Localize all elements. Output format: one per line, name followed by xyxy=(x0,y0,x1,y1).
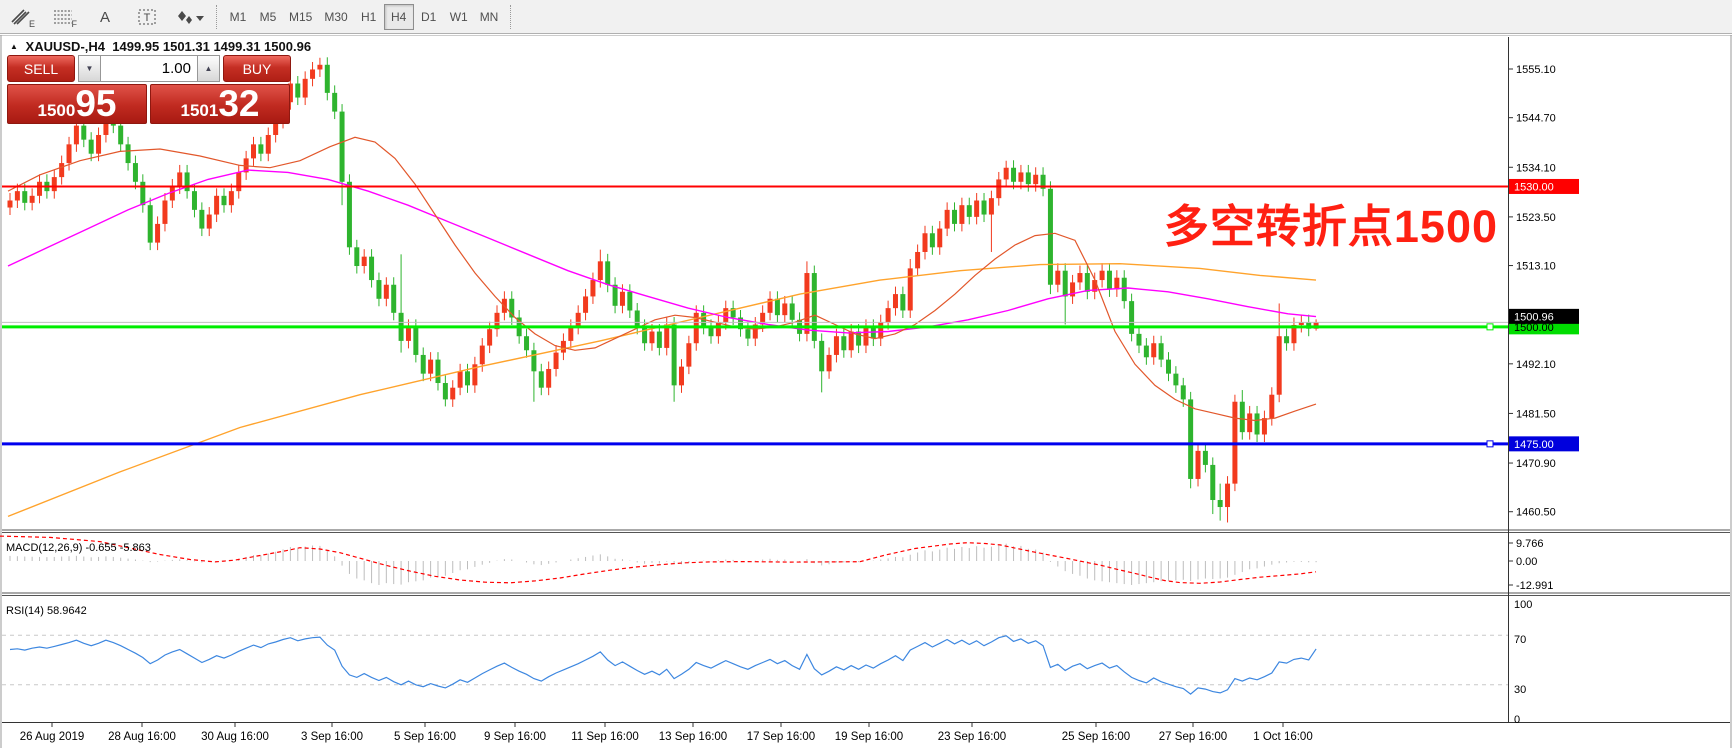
svg-text:1460.50: 1460.50 xyxy=(1516,507,1556,519)
svg-text:T: T xyxy=(144,12,151,24)
buy-price-big: 32 xyxy=(218,83,260,124)
svg-text:27 Sep 16:00: 27 Sep 16:00 xyxy=(1159,731,1227,743)
svg-text:30 Aug 16:00: 30 Aug 16:00 xyxy=(201,731,269,743)
svg-text:1481.50: 1481.50 xyxy=(1516,408,1556,420)
toolbar: EFA T M1 M5 M15 M30 H1 H4 D1 W1 MN xyxy=(0,0,1732,34)
svg-text:1555.10: 1555.10 xyxy=(1516,64,1556,76)
support-line[interactable] xyxy=(2,440,1508,448)
buy-button[interactable]: BUY xyxy=(223,55,291,82)
svg-text:13 Sep 16:00: 13 Sep 16:00 xyxy=(659,731,727,743)
volume-increase-button[interactable]: ▲ xyxy=(197,55,220,82)
svg-text:1523.50: 1523.50 xyxy=(1516,212,1556,224)
svg-text:26 Aug 2019: 26 Aug 2019 xyxy=(20,731,85,743)
symbol-name: XAUUSD-,H4 xyxy=(25,39,106,54)
symbol-ohlc: 1499.95 1501.31 1499.31 1500.96 xyxy=(112,39,312,54)
line-studies-toolbar: EFA T xyxy=(0,3,210,31)
tool-equidistant-channel-icon[interactable]: E xyxy=(1,3,41,31)
timeframe-M5[interactable]: M5 xyxy=(253,4,283,30)
chart-window: 1555.101544.701534.101523.501513.101502.… xyxy=(0,35,1732,748)
svg-text:1470.90: 1470.90 xyxy=(1516,458,1556,470)
svg-text:25 Sep 16:00: 25 Sep 16:00 xyxy=(1062,731,1130,743)
timeframe-H1[interactable]: H1 xyxy=(354,4,384,30)
timeframe-M1[interactable]: M1 xyxy=(223,4,253,30)
svg-text:RSI(14) 58.9642: RSI(14) 58.9642 xyxy=(6,605,87,617)
svg-text:1513.10: 1513.10 xyxy=(1516,261,1556,273)
price-axis: 1555.101544.701534.101523.501513.101502.… xyxy=(1508,64,1579,519)
svg-text:3 Sep 16:00: 3 Sep 16:00 xyxy=(301,731,363,743)
rsi-indicator: RSI(14) 58.9642 100 70 30 0 xyxy=(2,599,1532,726)
svg-text:A: A xyxy=(100,9,110,26)
svg-text:11 Sep 16:00: 11 Sep 16:00 xyxy=(571,731,639,743)
chart-canvas[interactable]: 1555.101544.701534.101523.501513.101502.… xyxy=(0,35,1732,748)
sell-price-box[interactable]: 1500 95 xyxy=(7,84,147,124)
svg-text:MACD(12,26,9) -0.655 -5.863: MACD(12,26,9) -0.655 -5.863 xyxy=(6,542,151,554)
svg-text:17 Sep 16:00: 17 Sep 16:00 xyxy=(747,731,815,743)
symbol-header: ▲ XAUUSD-,H4 1499.95 1501.31 1499.31 150… xyxy=(10,39,311,54)
timeframe-M30[interactable]: M30 xyxy=(318,4,353,30)
svg-text:9 Sep 16:00: 9 Sep 16:00 xyxy=(484,731,546,743)
timeframe-W1[interactable]: W1 xyxy=(444,4,474,30)
svg-text:1475.00: 1475.00 xyxy=(1514,439,1554,451)
svg-text:1500.96: 1500.96 xyxy=(1514,311,1554,323)
svg-text:1492.10: 1492.10 xyxy=(1516,359,1556,371)
sell-price-small: 1500 xyxy=(37,101,76,120)
timeframe-D1[interactable]: D1 xyxy=(414,4,444,30)
svg-text:1544.70: 1544.70 xyxy=(1516,113,1556,125)
annotation-text: 多空转折点1500 xyxy=(1163,201,1498,252)
svg-text:0: 0 xyxy=(1514,714,1520,726)
macd-indicator: MACD(12,26,9) -0.655 -5.863 9.766 0.00 -12.… xyxy=(0,535,1553,592)
svg-text:23 Sep 16:00: 23 Sep 16:00 xyxy=(938,731,1006,743)
tool-text-icon[interactable]: A xyxy=(85,3,125,31)
svg-text:5 Sep 16:00: 5 Sep 16:00 xyxy=(394,731,456,743)
toolbar-separator xyxy=(216,4,217,29)
ma-mid xyxy=(7,169,1317,334)
volume-input[interactable] xyxy=(101,55,197,82)
time-axis: 26 Aug 2019 28 Aug 16:00 30 Aug 16:00 3 Sep… xyxy=(20,723,1313,743)
buy-price-box[interactable]: 1501 32 xyxy=(150,84,290,124)
ma-slow xyxy=(7,262,1317,518)
buy-price-small: 1501 xyxy=(180,101,219,120)
tool-text-label-icon[interactable]: T xyxy=(127,3,167,31)
timeframe-M15[interactable]: M15 xyxy=(283,4,318,30)
timeframe-H4[interactable]: H4 xyxy=(383,3,414,30)
toolbar-separator xyxy=(510,4,512,29)
sell-price-big: 95 xyxy=(75,83,117,124)
collapse-arrow-icon[interactable]: ▲ xyxy=(10,42,18,51)
timeframe-MN[interactable]: MN xyxy=(474,4,505,30)
svg-text:30: 30 xyxy=(1514,684,1526,696)
svg-text:1 Oct 16:00: 1 Oct 16:00 xyxy=(1253,731,1312,743)
svg-text:1534.10: 1534.10 xyxy=(1516,162,1556,174)
ma-fast xyxy=(7,136,1317,422)
sell-button[interactable]: SELL xyxy=(7,55,75,82)
tool-fibonacci-retracement-icon[interactable]: F xyxy=(43,3,83,31)
tool-arrows-icon[interactable] xyxy=(169,3,209,31)
svg-text:19 Sep 16:00: 19 Sep 16:00 xyxy=(835,731,903,743)
svg-text:0.00: 0.00 xyxy=(1516,556,1537,568)
one-click-trading-panel: SELL ▼ ▲ BUY 1500 95 1501 32 xyxy=(7,55,291,124)
svg-text:70: 70 xyxy=(1514,634,1526,646)
timeframes-toolbar: M1 M5 M15 M30 H1 H4 D1 W1 MN xyxy=(223,3,505,30)
svg-text:100: 100 xyxy=(1514,599,1532,611)
svg-text:-12.991: -12.991 xyxy=(1516,580,1553,592)
volume-decrease-button[interactable]: ▼ xyxy=(78,55,101,82)
svg-text:28 Aug 16:00: 28 Aug 16:00 xyxy=(108,731,176,743)
svg-text:1530.00: 1530.00 xyxy=(1514,181,1554,193)
svg-text:9.766: 9.766 xyxy=(1516,538,1544,550)
